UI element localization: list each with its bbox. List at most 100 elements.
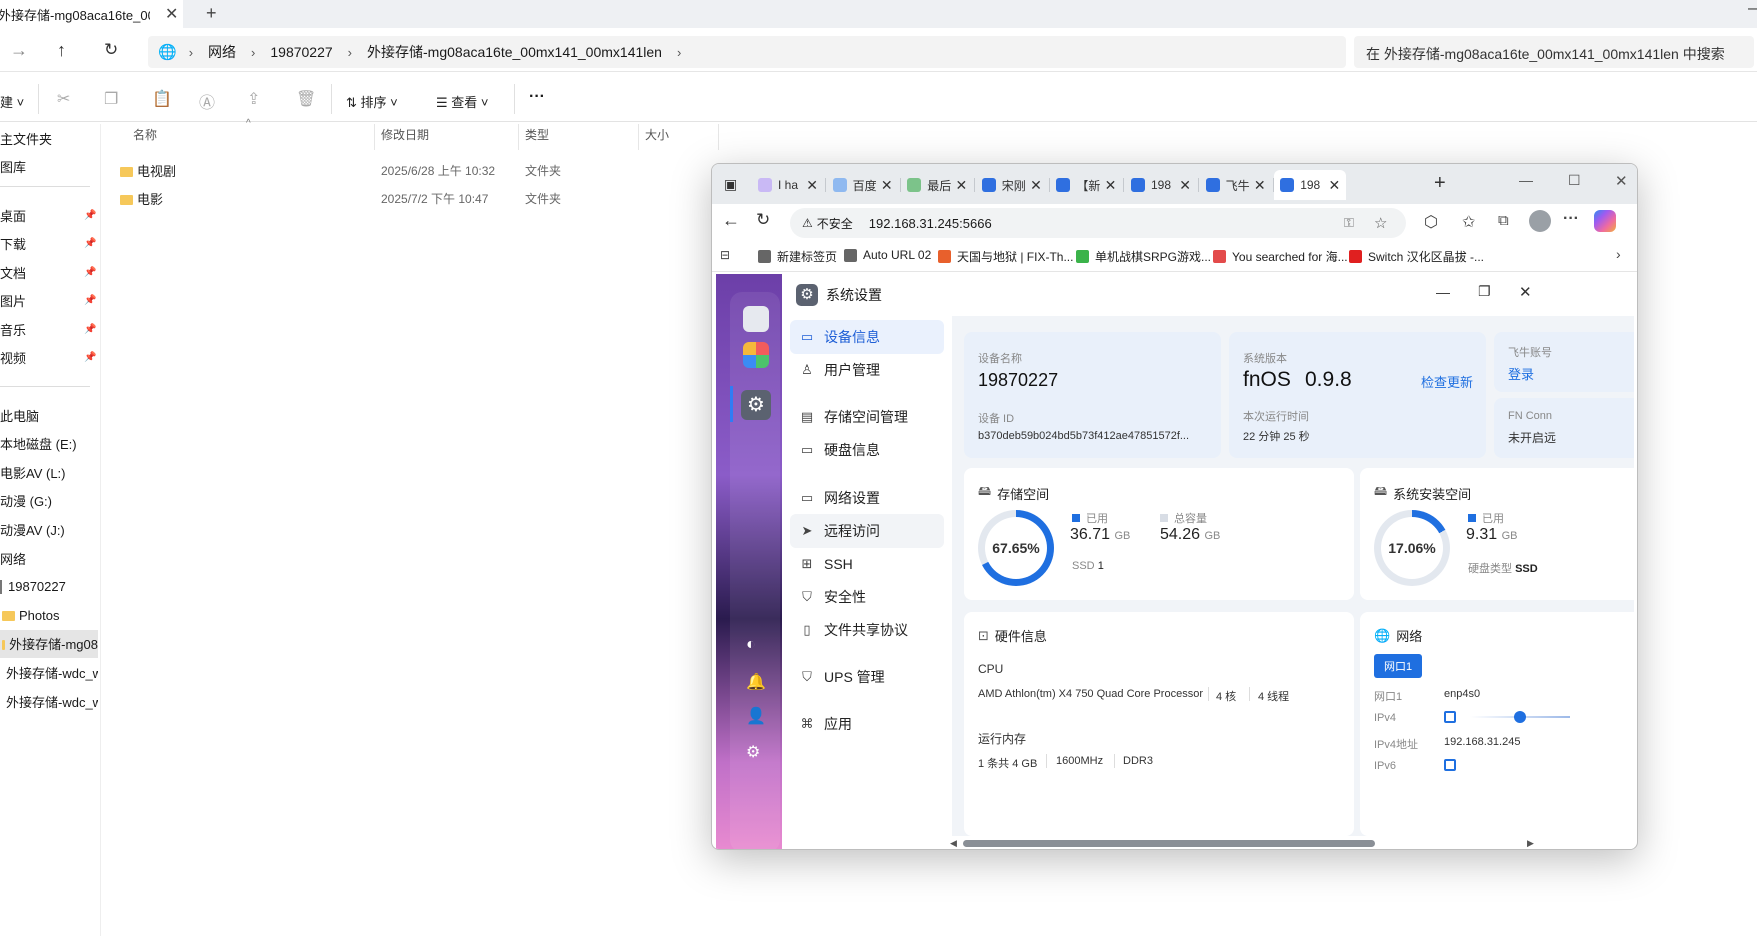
menu-item[interactable]: ▭ 网络设置	[790, 481, 944, 515]
sidebar-item-pinned[interactable]: 音乐 📌	[0, 315, 98, 343]
favorites-icon[interactable]: ✩	[1462, 212, 1475, 232]
close-icon[interactable]: ✕	[806, 177, 818, 194]
sidebar-item-location[interactable]: 外接存储-mg08	[0, 629, 98, 658]
favorite-link[interactable]: You searched for 海...	[1213, 248, 1348, 265]
sidebar-item-location[interactable]: 19870227	[0, 573, 98, 601]
menu-item[interactable]: ▭ 设备信息	[790, 320, 944, 354]
monitor-icon[interactable]	[743, 306, 769, 332]
breadcrumb-share[interactable]: 外接存储-mg08aca16te_00mx141_00mx141len	[356, 42, 673, 62]
address-bar[interactable]: ⚠ 不安全 192.168.31.245:5666 ⚿ ☆	[790, 208, 1406, 238]
sort-button[interactable]: ⇅ 排序 ˅	[346, 92, 398, 111]
cut-icon[interactable]: ✂	[57, 89, 70, 109]
avatar[interactable]	[1529, 210, 1551, 232]
new-tab-icon[interactable]: +	[1434, 172, 1446, 195]
refresh-icon[interactable]: ↻	[756, 210, 770, 230]
sidebar-item-pinned[interactable]: 桌面 📌	[0, 201, 98, 229]
maximize-icon[interactable]: ❐	[1478, 283, 1491, 300]
maximize-icon[interactable]: ☐	[1568, 172, 1581, 189]
collections-icon[interactable]: ⧉	[1498, 212, 1509, 229]
new-tab-icon[interactable]: +	[206, 3, 217, 24]
sidebar-item-location[interactable]: 动漫 (G:)	[0, 487, 98, 515]
column-type[interactable]: 类型	[525, 126, 549, 143]
back-icon[interactable]: ←	[722, 210, 740, 231]
menu-item[interactable]: ⌘ 应用	[790, 707, 944, 741]
column-name[interactable]: 名称	[133, 126, 157, 143]
check-update-link[interactable]: 检查更新	[1421, 372, 1473, 391]
minimize-icon[interactable]: —	[1519, 172, 1533, 188]
security-label[interactable]: 不安全	[817, 215, 853, 232]
star-icon[interactable]: ☆	[1374, 214, 1387, 232]
close-icon[interactable]: ✕	[955, 177, 967, 194]
favorite-link[interactable]: 天国与地狱 | FIX-Th...	[938, 248, 1073, 265]
paste-icon[interactable]: 📋	[152, 89, 172, 109]
favorite-link[interactable]: Auto URL 02	[844, 248, 931, 262]
menu-item[interactable]: ▭ 硬盘信息	[790, 433, 944, 467]
close-icon[interactable]: ✕	[1519, 283, 1532, 301]
close-icon[interactable]: ✕	[1328, 177, 1340, 194]
menu-item[interactable]: ⛉ 安全性	[790, 580, 944, 614]
search-input[interactable]: 在 外接存储-mg08aca16te_00mx141_00mx141len 中搜…	[1354, 36, 1754, 68]
sidebar-item-location[interactable]: 动漫AV (J:)	[0, 515, 98, 543]
column-size[interactable]: 大小	[645, 126, 669, 143]
browser-tab[interactable]: 198 ✕	[1274, 170, 1347, 200]
sidebar-item-location[interactable]: 外接存储-wdc_w	[0, 658, 98, 686]
immersive-reader-icon[interactable]: ⊟	[720, 248, 730, 262]
bell-icon[interactable]: 🔔	[746, 672, 766, 692]
minimize-icon[interactable]: —	[1748, 0, 1757, 18]
browser-tab[interactable]: I ha ✕	[752, 170, 824, 200]
sidebar-item-pinned[interactable]: 图片 📌	[0, 287, 98, 315]
pin-icon[interactable]: 📌	[84, 238, 96, 249]
horizontal-scrollbar[interactable]	[963, 840, 1375, 847]
share-icon[interactable]: ⇪	[247, 89, 260, 109]
sidebar-item[interactable]: 图库	[0, 152, 98, 180]
sidebar-item-location[interactable]: 电影AV (L:)	[0, 458, 98, 486]
favorite-link[interactable]: 新建标签页	[758, 248, 837, 265]
more-icon[interactable]: ···	[1563, 210, 1579, 228]
status-icon[interactable]: ◐	[746, 636, 756, 654]
close-icon[interactable]: ✕	[165, 4, 178, 24]
pin-icon[interactable]: 📌	[84, 324, 96, 335]
sidebar-item-pinned[interactable]: 下载 📌	[0, 230, 98, 258]
url-text[interactable]: 192.168.31.245:5666	[869, 216, 992, 231]
chevron-right-icon[interactable]: ›	[1616, 246, 1621, 262]
browser-tab[interactable]: 最后 ✕	[901, 170, 973, 200]
column-date[interactable]: 修改日期	[381, 126, 429, 143]
more-icon[interactable]: ···	[529, 88, 545, 106]
view-button[interactable]: ☰ 查看 ˅	[436, 92, 489, 111]
favorite-link[interactable]: 单机战棋SRPG游戏...	[1076, 248, 1211, 265]
close-icon[interactable]: ✕	[1254, 177, 1266, 194]
sidebar-item-location[interactable]: 此电脑	[0, 401, 98, 429]
browser-tab[interactable]: 【新 ✕	[1050, 170, 1122, 200]
sidebar-item-pinned[interactable]: 视频 📌	[0, 344, 98, 372]
key-icon[interactable]: ⚿	[1344, 215, 1354, 231]
sidebar-item-location[interactable]: Photos	[0, 601, 98, 629]
browser-tab[interactable]: 百度 ✕	[827, 170, 899, 200]
pin-icon[interactable]: 📌	[84, 352, 96, 363]
close-icon[interactable]: ✕	[1105, 177, 1117, 194]
menu-item[interactable]: ⊞ SSH	[790, 547, 944, 581]
minimize-icon[interactable]: —	[1436, 284, 1450, 300]
close-icon[interactable]: ✕	[1030, 177, 1042, 194]
scroll-right-icon[interactable]: ▶	[1527, 838, 1534, 849]
settings-icon[interactable]: ⚙	[741, 390, 771, 420]
new-button[interactable]: 建 ˅	[0, 92, 24, 111]
browser-tab[interactable]: 198 ✕	[1125, 170, 1197, 200]
menu-item[interactable]: ▤ 存储空间管理	[790, 400, 944, 434]
table-row[interactable]: 电影 2025/7/2 下午 10:47 文件夹	[118, 186, 718, 210]
breadcrumb[interactable]: 🌐 › 网络 › 19870227 › 外接存储-mg08aca16te_00m…	[148, 36, 1346, 68]
pin-icon[interactable]: 📌	[84, 295, 96, 306]
forward-icon[interactable]: →	[10, 40, 28, 61]
app-center-icon[interactable]	[743, 342, 769, 368]
menu-item[interactable]: ▯ 文件共享协议	[790, 613, 944, 647]
browser-tab[interactable]: 宋刚 ✕	[976, 170, 1048, 200]
breadcrumb-host[interactable]: 19870227	[259, 44, 343, 60]
extensions-icon[interactable]: ⬡	[1424, 212, 1438, 232]
scroll-left-icon[interactable]: ◀	[950, 838, 957, 849]
sidebar-item[interactable]: 主文件夹	[0, 124, 98, 152]
refresh-icon[interactable]: ↻	[104, 40, 118, 60]
up-icon[interactable]: ↑	[57, 40, 66, 61]
pin-icon[interactable]: 📌	[84, 210, 96, 221]
browser-tab[interactable]: 飞牛 ✕	[1200, 170, 1272, 200]
delete-icon[interactable]: 🗑	[296, 89, 316, 109]
explorer-tab[interactable]: 外接存储-mg08aca16te_00mx1	[0, 0, 183, 28]
